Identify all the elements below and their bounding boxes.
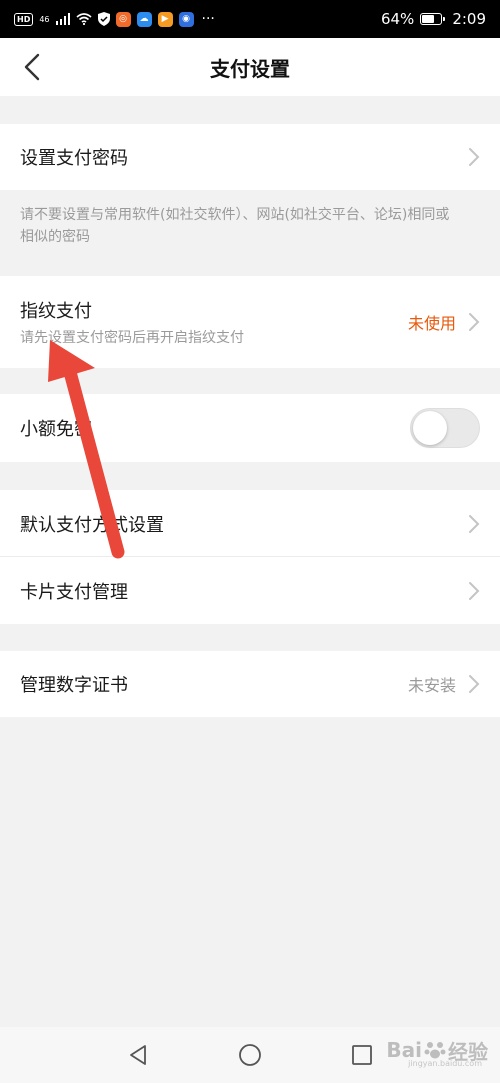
default-method-label: 默认支付方式设置	[20, 514, 164, 536]
back-button[interactable]	[16, 50, 48, 84]
certificate-row[interactable]: 管理数字证书 未安装	[0, 651, 500, 717]
small-free-label: 小额免密	[20, 419, 92, 440]
set-password-row[interactable]: 设置支付密码	[0, 124, 500, 190]
small-free-toggle[interactable]	[410, 408, 480, 448]
status-right: 64% 2:09	[381, 10, 486, 28]
system-back-button[interactable]	[123, 1040, 153, 1070]
default-method-row[interactable]: 默认支付方式设置	[0, 490, 500, 557]
status-bar: HD 46 ◎ ☁ ▶ ◉ ··· 64% 2:09	[0, 0, 500, 38]
payment-method-group: 默认支付方式设置 卡片支付管理	[0, 490, 500, 624]
app-icon-orange: ◎	[115, 11, 131, 27]
fingerprint-sub: 请先设置支付密码后再开启指纹支付	[20, 330, 244, 346]
chevron-right-icon	[469, 148, 480, 166]
password-group: 设置支付密码	[0, 124, 500, 190]
chevron-right-icon	[469, 675, 480, 693]
small-free-group: 小额免密	[0, 394, 500, 462]
paw-icon	[424, 1042, 446, 1059]
network-type: 46	[39, 14, 50, 24]
fingerprint-status: 未使用	[407, 314, 456, 333]
battery-fill	[422, 15, 434, 23]
password-hint: 请不要设置与常用软件(如社交软件）、网站(如社交平台、论坛)相同或相似的密码	[20, 207, 450, 245]
small-free-row: 小额免密	[0, 394, 500, 462]
system-home-button[interactable]	[235, 1040, 265, 1070]
certificate-status: 未安装	[407, 676, 456, 695]
set-password-label: 设置支付密码	[20, 148, 128, 169]
fingerprint-label: 指纹支付	[20, 301, 92, 322]
certificate-group: 管理数字证书 未安装	[0, 651, 500, 717]
toggle-knob	[413, 411, 447, 445]
more-notifications-icon: ···	[201, 11, 215, 27]
wifi-icon	[76, 13, 92, 25]
battery-percent: 64%	[380, 10, 415, 28]
fingerprint-row[interactable]: 指纹支付 请先设置支付密码后再开启指纹支付 未使用	[0, 276, 500, 368]
certificate-label: 管理数字证书	[20, 675, 128, 696]
video-app-icon: ▶	[157, 11, 173, 27]
header: 支付设置	[0, 38, 500, 96]
lightbulb-app-icon: ◉	[178, 11, 194, 27]
circle-home-icon	[239, 1044, 261, 1066]
watermark: Bai 经验 jingyan.baidu.com	[386, 1030, 488, 1070]
signal-icon	[55, 13, 70, 25]
chevron-right-icon	[469, 313, 480, 331]
hd-badge: HD	[14, 12, 34, 26]
card-manage-label: 卡片支付管理	[20, 581, 128, 603]
chevron-right-icon	[469, 514, 480, 533]
page-title: 支付设置	[210, 56, 290, 81]
chevron-left-icon	[24, 53, 40, 81]
shield-icon	[97, 12, 110, 26]
watermark-url: jingyan.baidu.com	[408, 1059, 482, 1068]
card-manage-row[interactable]: 卡片支付管理	[0, 557, 500, 624]
square-recents-icon	[352, 1045, 372, 1065]
cloud-app-icon: ☁	[136, 11, 152, 27]
system-recents-button[interactable]	[347, 1040, 377, 1070]
clock: 2:09	[452, 10, 486, 28]
chevron-right-icon	[469, 581, 480, 600]
fingerprint-group: 指纹支付 请先设置支付密码后再开启指纹支付 未使用	[0, 276, 500, 368]
battery-icon	[420, 13, 446, 25]
status-left: HD 46 ◎ ☁ ▶ ◉ ···	[14, 11, 381, 27]
triangle-back-icon	[130, 1045, 146, 1065]
fingerprint-texts: 指纹支付 请先设置支付密码后再开启指纹支付	[20, 297, 408, 347]
